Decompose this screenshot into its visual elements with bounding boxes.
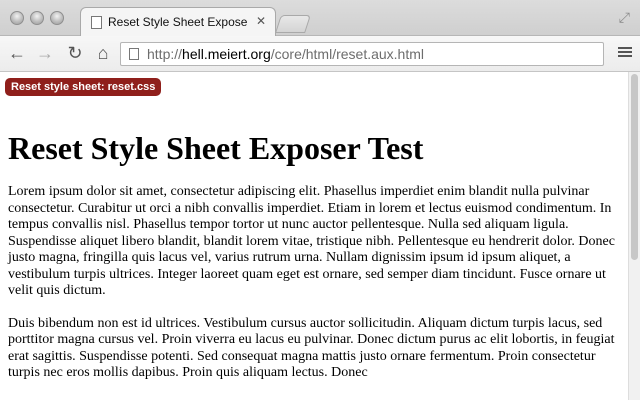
url-host: hell.meiert.org <box>182 46 271 62</box>
new-tab-button[interactable] <box>275 15 311 33</box>
close-window-button[interactable] <box>10 11 24 25</box>
page-viewport: Reset style sheet: reset.css Reset Style… <box>0 72 628 400</box>
paragraph-2: Duis bibendum non est id ultrices. Vesti… <box>8 315 615 381</box>
address-bar[interactable]: http://hell.meiert.org/core/html/reset.a… <box>120 42 604 66</box>
paragraph-1: Lorem ipsum dolor sit amet, consectetur … <box>8 184 615 298</box>
minimize-window-button[interactable] <box>30 11 44 25</box>
reset-stylesheet-badge: Reset style sheet: reset.css <box>5 78 162 96</box>
page-content: Reset Style Sheet Exposer Test Lorem ips… <box>8 130 620 398</box>
page-info-icon[interactable] <box>129 48 139 60</box>
forward-arrow-icon[interactable]: → <box>34 42 56 64</box>
restore-window-icon[interactable]: ⤢ <box>619 9 630 26</box>
back-arrow-icon[interactable]: ← <box>6 42 28 64</box>
url-path: /core/html/reset.aux.html <box>270 46 425 62</box>
vertical-scrollbar[interactable] <box>628 72 640 400</box>
url-scheme: http:// <box>147 46 183 62</box>
page-title: Reset Style Sheet Exposer Test <box>8 130 424 166</box>
maximize-window-button[interactable] <box>50 11 64 25</box>
browser-titlebar: Reset Style Sheet Exposer ✕ ⤢ <box>0 0 640 37</box>
home-icon[interactable]: ⌂ <box>92 42 114 64</box>
hamburger-menu-icon[interactable] <box>618 45 632 59</box>
page-icon <box>91 16 102 29</box>
reload-icon[interactable]: ↻ <box>64 42 86 64</box>
url-text[interactable]: http://hell.meiert.org/core/html/reset.a… <box>147 46 424 62</box>
tab-close-icon[interactable]: ✕ <box>256 14 266 28</box>
scrollbar-thumb[interactable] <box>631 74 638 260</box>
browser-tab-active[interactable]: Reset Style Sheet Exposer ✕ <box>80 7 276 37</box>
browser-toolbar: ← → ↻ ⌂ http://hell.meiert.org/core/html… <box>0 36 640 72</box>
tab-title: Reset Style Sheet Exposer <box>108 15 248 29</box>
